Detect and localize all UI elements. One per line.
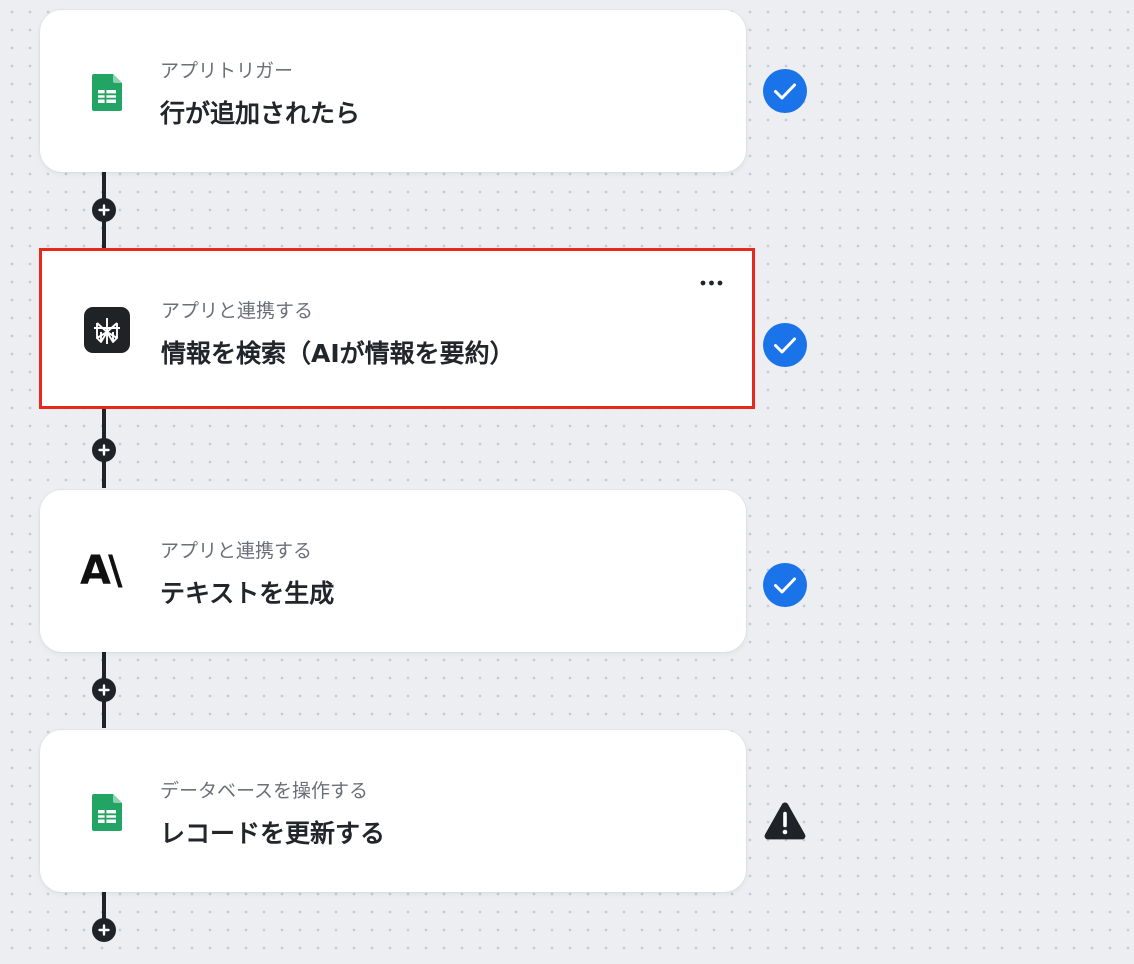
flow-step-card-perplexity[interactable]: アプリと連携する 情報を検索（AIが情報を要約） — [39, 248, 755, 409]
add-step-button[interactable] — [92, 438, 116, 462]
google-sheets-icon — [82, 786, 132, 836]
add-step-button[interactable] — [92, 678, 116, 702]
step-type-label: アプリトリガー — [160, 60, 294, 82]
more-options-icon[interactable] — [698, 273, 728, 293]
flow-step-card-anthropic[interactable]: A\ アプリと連携する テキストを生成 — [40, 490, 746, 652]
add-step-button[interactable] — [92, 918, 116, 942]
anthropic-icon: A\ — [80, 548, 123, 594]
step-warning-icon — [762, 798, 808, 844]
step-type-label: アプリと連携する — [160, 540, 313, 562]
perplexity-icon — [83, 306, 133, 356]
flow-connector-line — [102, 892, 106, 920]
add-step-button[interactable] — [92, 198, 116, 222]
step-completed-check-icon — [762, 562, 808, 608]
step-completed-check-icon — [762, 322, 808, 368]
plus-icon — [98, 204, 110, 216]
plus-icon — [98, 924, 110, 936]
flow-step-card-update-record[interactable]: データベースを操作する レコードを更新する — [40, 730, 746, 892]
step-completed-check-icon — [762, 68, 808, 114]
plus-icon — [98, 444, 110, 456]
step-type-label: データベースを操作する — [160, 780, 369, 802]
step-type-label: アプリと連携する — [161, 300, 314, 322]
flow-step-card-trigger[interactable]: アプリトリガー 行が追加されたら — [40, 10, 746, 172]
step-title: テキストを生成 — [160, 579, 335, 608]
step-title: 情報を検索（AIが情報を要約） — [161, 339, 515, 368]
step-title: レコードを更新する — [160, 819, 386, 848]
plus-icon — [98, 684, 110, 696]
step-title: 行が追加されたら — [160, 99, 361, 128]
google-sheets-icon — [82, 66, 132, 116]
